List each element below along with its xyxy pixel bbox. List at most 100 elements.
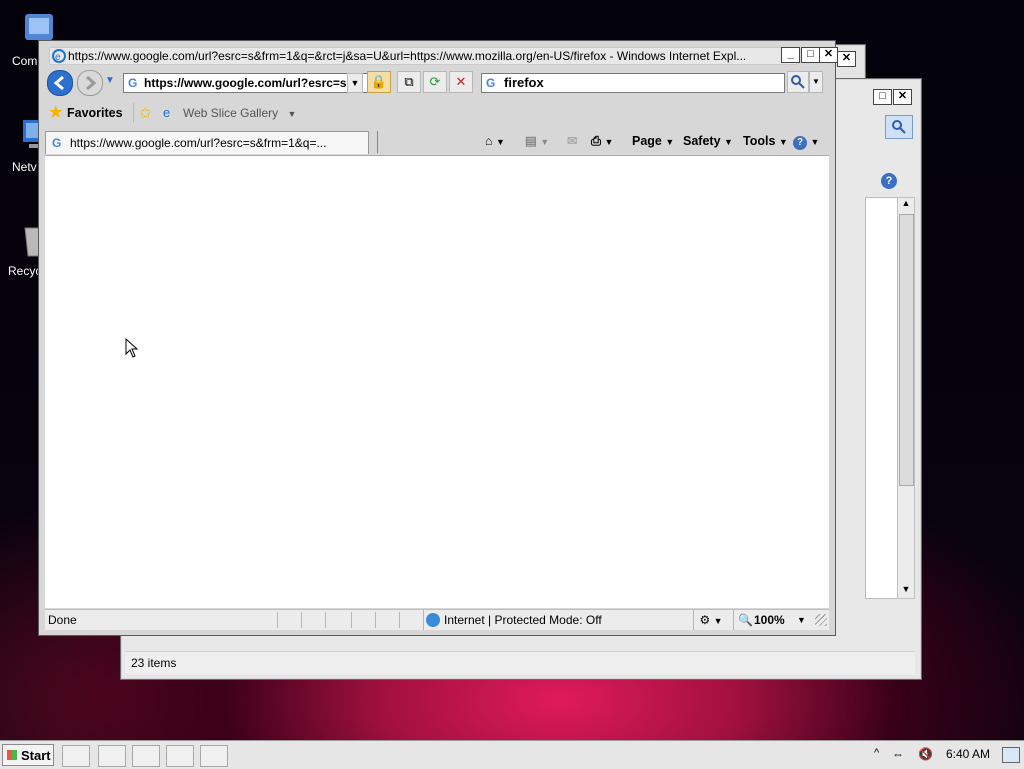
mail-icon[interactable]: ✉ <box>567 133 577 149</box>
address-text: https://www.google.com/url?esrc=s <box>144 76 347 90</box>
window-title-text: https://www.google.com/url?esrc=s&frm=1&… <box>68 49 747 63</box>
status-divider <box>375 612 376 628</box>
stop-icon[interactable]: ✕ <box>449 71 473 93</box>
item-count-text: 23 items <box>131 656 177 670</box>
new-tab-button[interactable] <box>347 131 378 153</box>
zoom-level: 100% <box>754 613 785 627</box>
google-favicon-icon: G <box>52 136 62 150</box>
chevron-down-icon: ▼ <box>665 137 675 147</box>
chevron-down-icon: ▼ <box>287 109 297 119</box>
maximize-icon[interactable]: □ <box>801 47 820 63</box>
page-menu[interactable]: Page ▼ <box>632 133 674 150</box>
clock[interactable]: 6:40 AM <box>946 747 990 761</box>
address-dropdown-icon[interactable]: ▼ <box>347 73 363 93</box>
tab-current[interactable]: G https://www.google.com/url?esrc=s&frm=… <box>45 131 369 154</box>
title-bar[interactable]: e https://www.google.com/url?esrc=s&frm=… <box>47 45 838 65</box>
show-desktop-icon[interactable] <box>1002 747 1020 763</box>
close-icon[interactable]: ✕ <box>893 89 912 105</box>
favorites-button[interactable]: ★ Favorites <box>49 104 123 122</box>
help-icon: ? <box>793 136 807 150</box>
home-button[interactable]: ⌂ ▼ <box>485 133 505 150</box>
close-icon[interactable]: ✕ <box>837 51 856 67</box>
window-title: e https://www.google.com/url?esrc=s&frm=… <box>49 47 797 65</box>
scroll-up-icon[interactable]: ▲ <box>898 198 914 212</box>
address-bar[interactable]: G https://www.google.com/url?esrc=s <box>123 73 385 93</box>
desktop-icon-label: Netv <box>12 160 37 174</box>
quicklaunch-explorer-icon[interactable] <box>98 745 126 767</box>
show-hidden-icons-chevron-icon[interactable]: ^ <box>874 747 879 759</box>
search-query-text: firefox <box>504 75 544 90</box>
recent-pages-dropdown-icon[interactable]: ▼ <box>105 75 115 86</box>
globe-icon <box>426 613 440 627</box>
explorer-status-bar: 23 items <box>125 651 915 674</box>
compatibility-view-icon[interactable]: ⧉ <box>397 71 421 93</box>
close-icon[interactable]: ✕ <box>819 47 838 63</box>
windows-logo-icon <box>7 750 17 760</box>
google-favicon-icon: G <box>128 76 138 90</box>
search-icon[interactable] <box>787 71 809 93</box>
print-button[interactable]: ⎙ ▼ <box>591 133 613 150</box>
chevron-down-icon: ▼ <box>724 137 733 147</box>
network-tray-icon[interactable]: ⇔ <box>892 747 904 761</box>
forward-button[interactable] <box>77 70 103 96</box>
status-divider <box>277 612 278 628</box>
desktop-icon-label: Com <box>12 54 38 68</box>
desktop-icon-label: Recyc <box>8 264 42 278</box>
favorites-label: Favorites <box>67 106 123 120</box>
google-search-provider-icon: G <box>486 76 496 90</box>
popup-blocker-icon[interactable]: ⚙ ▼ <box>693 610 728 630</box>
resize-grip-icon[interactable] <box>815 614 827 626</box>
quicklaunch-search-icon[interactable] <box>132 745 160 767</box>
zoom-dropdown-icon[interactable]: ▼ <box>797 610 806 630</box>
ie-logo-icon: e <box>52 49 66 64</box>
minimize-icon[interactable]: _ <box>781 47 800 63</box>
status-divider <box>301 612 302 628</box>
status-text: Done <box>48 613 77 627</box>
safety-menu-label: Safety <box>683 134 721 148</box>
refresh-icon[interactable]: ⟳ <box>423 71 447 93</box>
chevron-down-icon: ▼ <box>810 137 820 147</box>
web-slice-icon: e <box>163 105 171 120</box>
search-button[interactable] <box>885 115 913 139</box>
quicklaunch-ie-icon[interactable] <box>62 745 90 767</box>
scroll-thumb[interactable] <box>899 214 914 486</box>
svg-text:e: e <box>55 52 61 63</box>
start-button[interactable]: Start <box>2 744 54 766</box>
tools-menu[interactable]: Tools ▼ <box>743 133 788 150</box>
web-slice-label: Web Slice Gallery <box>183 106 279 120</box>
internet-explorer-window[interactable]: e https://www.google.com/url?esrc=s&frm=… <box>38 40 838 636</box>
mouse-cursor-icon <box>125 338 139 358</box>
search-options-dropdown-icon[interactable]: ▼ <box>809 71 823 93</box>
add-to-favorites-icon[interactable]: ✩ <box>139 104 152 122</box>
page-menu-label: Page <box>632 134 662 148</box>
scroll-down-icon[interactable]: ▼ <box>898 584 914 598</box>
page-content-area[interactable] <box>45 155 829 608</box>
maximize-icon[interactable]: □ <box>873 89 892 105</box>
divider <box>133 103 134 123</box>
quicklaunch-toolbox-icon[interactable] <box>166 745 194 767</box>
status-divider <box>325 612 326 628</box>
web-slice-gallery-link[interactable]: e Web Slice Gallery ▼ <box>163 104 296 122</box>
vertical-scrollbar[interactable]: ▲ ▼ <box>897 197 915 599</box>
help-icon[interactable]: ? <box>881 173 897 189</box>
favorites-star-icon: ★ <box>49 104 63 121</box>
security-lock-icon[interactable]: 🔒 <box>367 71 391 93</box>
feeds-button[interactable]: ▤ ▼ <box>525 133 549 150</box>
status-divider <box>351 612 352 628</box>
back-button[interactable] <box>47 70 73 96</box>
status-divider <box>399 612 400 628</box>
tab-title: https://www.google.com/url?esrc=s&frm=1&… <box>70 136 327 150</box>
security-zone[interactable]: Internet | Protected Mode: Off <box>423 610 602 630</box>
chevron-down-icon: ▼ <box>778 137 788 147</box>
tools-menu-label: Tools <box>743 134 776 148</box>
file-list-area[interactable] <box>865 197 899 599</box>
safety-menu[interactable]: Safety ▼ <box>683 133 733 150</box>
zoom-icon: 🔍 <box>738 613 753 627</box>
help-button[interactable]: ? ▼ <box>793 133 819 150</box>
zone-text: Internet | Protected Mode: Off <box>444 613 602 627</box>
volume-muted-icon[interactable]: 🔇 <box>918 747 933 761</box>
search-box[interactable]: G firefox <box>481 73 785 93</box>
favorites-bar: ★ Favorites ✩ e Web Slice Gallery ▼ <box>45 101 827 125</box>
quicklaunch-network-icon[interactable] <box>200 745 228 767</box>
start-label: Start <box>21 748 51 763</box>
